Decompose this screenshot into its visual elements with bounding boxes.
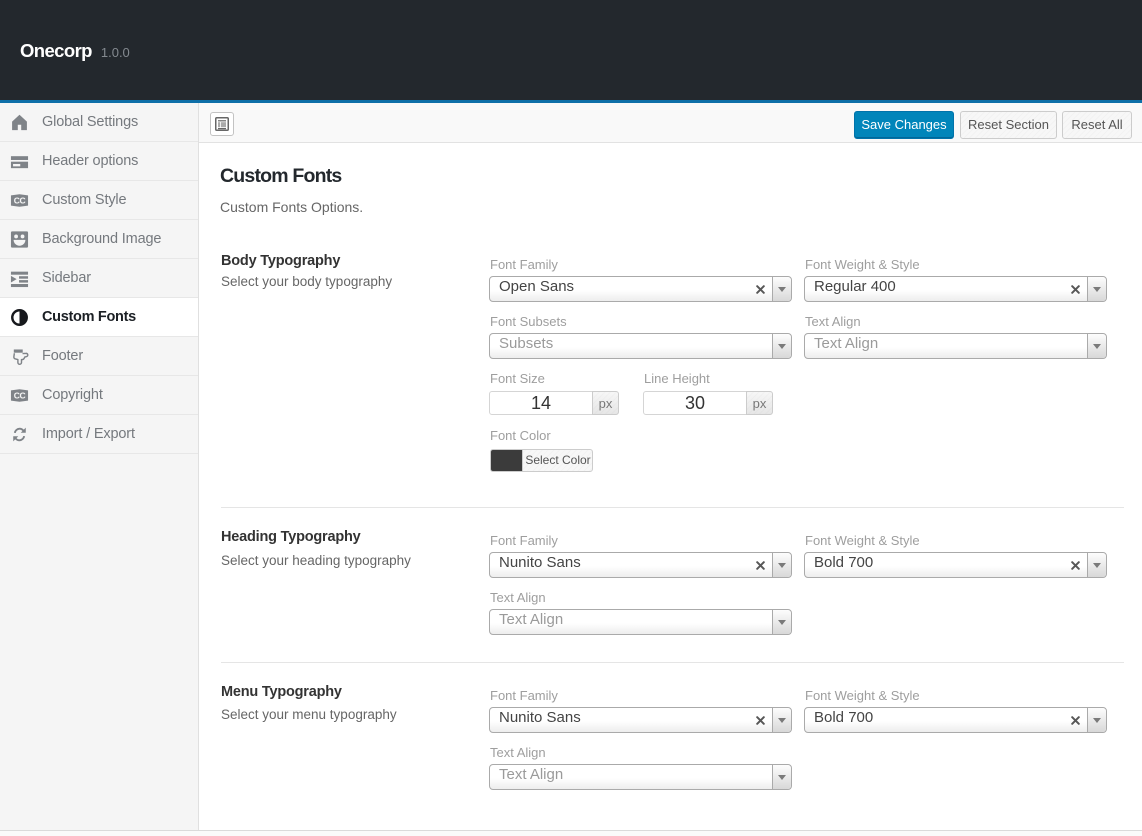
svg-text:CC: CC <box>14 196 26 206</box>
svg-text:CC: CC <box>14 391 26 401</box>
